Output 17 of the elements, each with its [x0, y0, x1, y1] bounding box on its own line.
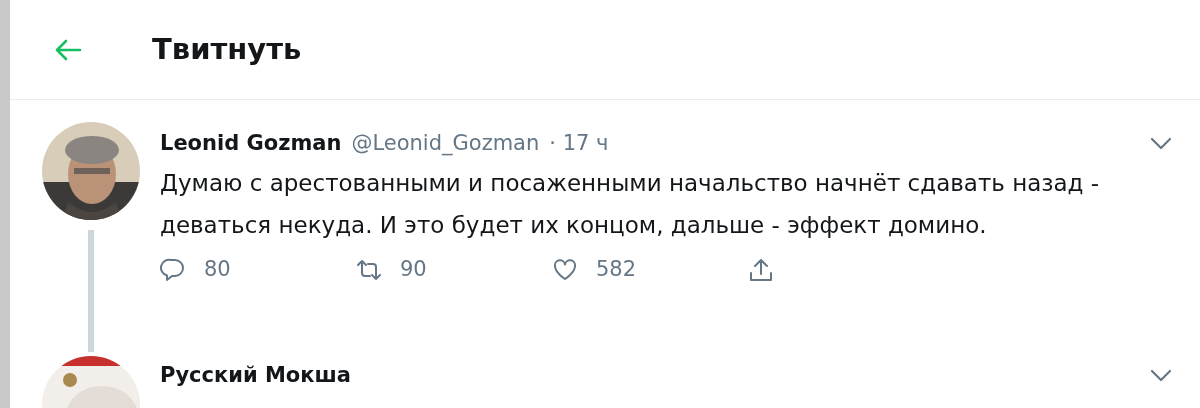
- heart-icon: [552, 257, 578, 283]
- author-name[interactable]: Русский Мокша: [160, 360, 352, 392]
- chevron-down-icon[interactable]: [1150, 137, 1172, 151]
- retweet-icon: [356, 257, 382, 283]
- tweet-time[interactable]: · 17 ч: [549, 128, 609, 160]
- share-button[interactable]: [748, 257, 774, 283]
- author-handle[interactable]: @Leonid_Gozman: [351, 128, 540, 160]
- speech-bubble-icon: [160, 257, 186, 283]
- back-arrow-icon: [54, 37, 82, 62]
- tweet-text: Думаю с арестованными и посаженными начальство начнёт сдавать назад - деваться некуда. И это будет их концом, дальше - эффект домино.: [160, 169, 1101, 240]
- chevron-down-icon[interactable]: [1150, 369, 1172, 383]
- share-icon: [748, 257, 774, 283]
- page-title: Твитнуть: [152, 30, 302, 68]
- author-name[interactable]: Leonid Gozman: [160, 128, 342, 160]
- retweet-button[interactable]: 90: [356, 254, 552, 286]
- like-button[interactable]: 582: [552, 254, 748, 286]
- reply-button[interactable]: 80: [160, 254, 356, 286]
